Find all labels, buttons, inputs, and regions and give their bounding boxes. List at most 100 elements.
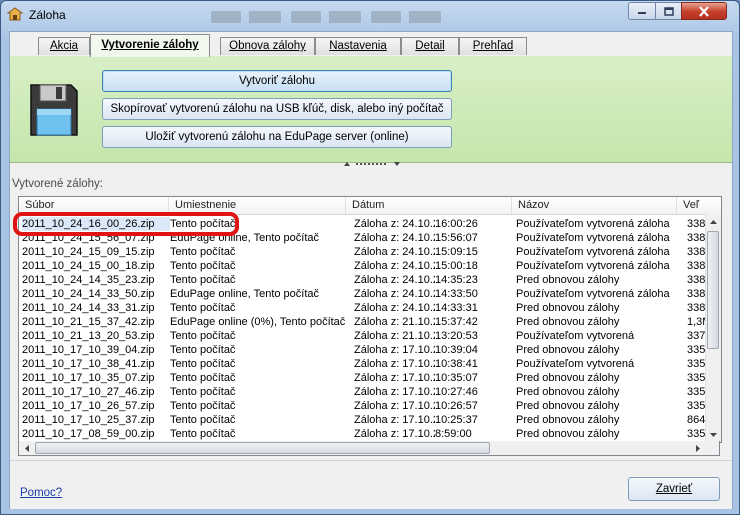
cell-size: 338k — [687, 274, 707, 286]
cell-location: Tento počítač — [170, 344, 236, 356]
table-row[interactable]: 2011_10_21_15_37_42.zip EduPage online (0… — [19, 315, 707, 329]
table-row[interactable]: 2011_10_24_14_33_50.zip EduPage online, T… — [19, 287, 707, 301]
minimize-button[interactable] — [628, 2, 656, 20]
backups-list[interactable]: Súbor Umiestnenie Dátum Názov Veľ 2011_1… — [18, 196, 722, 443]
cell-size: 335k — [687, 344, 707, 356]
cell-file: 2011_10_17_10_35_07.zip — [22, 372, 155, 384]
table-row[interactable]: 2011_10_17_08_59_00.zip Tento počítač Zálo… — [19, 427, 707, 441]
tab-label: Detail — [415, 40, 445, 52]
table-row[interactable]: 2011_10_24_15_56_07.zip EduPage online, T… — [19, 231, 707, 245]
cell-date: Záloha z: 24.10.2011 — [354, 260, 435, 272]
tab-label: Akcia — [49, 40, 79, 52]
cell-name: Používateľom vytvorená záloha — [516, 232, 670, 244]
vertical-scroll-thumb[interactable] — [707, 231, 719, 349]
table-row[interactable]: 2011_10_17_10_38_41.zip Tento počítač Zálo… — [19, 357, 707, 371]
tab-obnova-zalohy[interactable]: Obnova zálohy — [220, 37, 315, 55]
cell-date: Záloha z: 24.10.2011 — [354, 274, 435, 286]
cell-size: 338k — [687, 260, 707, 272]
cell-date: Záloha z: 24.10.2011 — [354, 218, 435, 230]
help-link[interactable]: Pomoc? — [20, 487, 62, 499]
scroll-left-arrow[interactable] — [19, 441, 34, 455]
table-row[interactable]: 2011_10_24_15_00_18.zip Tento počítač Zálo… — [19, 259, 707, 273]
cell-size: 338k — [687, 218, 707, 230]
cell-time: 10:26:57 — [435, 400, 478, 412]
cell-date: Záloha z: 24.10.2011 — [354, 302, 435, 314]
tab-vytvorenie-zalohy[interactable]: Vytvorenie zálohy — [90, 34, 210, 57]
table-row[interactable]: 2011_10_17_10_39_04.zip Tento počítač Zálo… — [19, 343, 707, 357]
maximize-button[interactable] — [655, 2, 682, 20]
table-row[interactable]: 2011_10_17_10_25_37.zip Tento počítač Zálo… — [19, 413, 707, 427]
cell-location: EduPage online, Tento počítač — [170, 288, 320, 300]
table-row[interactable]: 2011_10_21_13_20_53.zip Tento počítač Zálo… — [19, 329, 707, 343]
cell-size: 864k — [687, 414, 707, 426]
cell-size: 338k — [687, 302, 707, 314]
cell-time: 10:27:46 — [435, 386, 478, 398]
vertical-scrollbar[interactable] — [705, 214, 721, 442]
cell-time: 14:35:23 — [435, 274, 478, 286]
copy-backup-button[interactable]: Skopírovať vytvorenú zálohu na USB kľúč,… — [102, 98, 452, 120]
cell-location: EduPage online, Tento počítač — [170, 232, 320, 244]
cell-time: 15:09:15 — [435, 246, 478, 258]
tab-detail[interactable]: Detail — [401, 37, 459, 55]
cell-size: 1,3M — [687, 316, 707, 328]
column-header-nazov[interactable]: Názov — [512, 197, 677, 214]
cell-date: Záloha z: 24.10.2011 — [354, 246, 435, 258]
cell-name: Používateľom vytvorená záloha — [516, 288, 670, 300]
close-icon — [699, 5, 709, 17]
cell-name: Pred obnovou zálohy — [516, 344, 620, 356]
tab-label: Obnova zálohy — [229, 40, 306, 52]
scroll-up-arrow[interactable] — [706, 214, 721, 229]
app-icon — [7, 7, 23, 21]
scroll-right-arrow[interactable] — [690, 441, 705, 455]
table-row[interactable]: 2011_10_17_10_27_46.zip Tento počítač Zálo… — [19, 385, 707, 399]
tab-nastavenia[interactable]: Nastavenia — [315, 37, 401, 55]
table-row[interactable]: 2011_10_17_10_35_07.zip Tento počítač Zálo… — [19, 371, 707, 385]
horizontal-scroll-thumb[interactable] — [35, 442, 490, 454]
cell-file: 2011_10_17_08_59_00.zip — [22, 428, 155, 440]
cell-location: Tento počítač — [170, 260, 236, 272]
cell-date: Záloha z: 17.10.2011 — [354, 372, 435, 384]
cell-date: Záloha z: 17.10.2011 — [354, 386, 435, 398]
cell-time: 15:00:18 — [435, 260, 478, 272]
splitter-grip[interactable] — [342, 161, 402, 167]
column-header-umiestnenie[interactable]: Umiestnenie — [169, 197, 346, 214]
chevron-down-icon — [710, 432, 717, 437]
cell-location: Tento počítač — [170, 302, 236, 314]
column-header-datum[interactable]: Dátum — [346, 197, 512, 214]
horizontal-scrollbar[interactable] — [18, 441, 720, 456]
backups-list-label: Vytvorené zálohy: — [12, 178, 103, 190]
tab-prehlad[interactable]: Prehľad — [459, 37, 527, 55]
table-row[interactable]: 2011_10_24_14_33_31.zip Tento počítač Zálo… — [19, 301, 707, 315]
close-button[interactable]: Zavrieť — [628, 477, 720, 501]
table-row[interactable]: 2011_10_24_15_09_15.zip Tento počítač Zálo… — [19, 245, 707, 259]
column-header-subor[interactable]: Súbor — [19, 197, 169, 214]
client-area: Akcia Vytvorenie zálohy Obnova zálohy Na… — [9, 31, 733, 509]
column-header-velkost[interactable]: Veľ — [677, 197, 721, 214]
cell-time: 10:39:04 — [435, 344, 478, 356]
close-window-button[interactable] — [681, 2, 727, 20]
create-backup-button[interactable]: Vytvoriť zálohu — [102, 70, 452, 92]
footer-bar: Pomoc? Zavrieť — [10, 460, 732, 509]
cell-file: 2011_10_24_14_33_50.zip — [22, 288, 155, 300]
table-row[interactable]: 2011_10_17_10_26_57.zip Tento počítač Zálo… — [19, 399, 707, 413]
table-row[interactable]: 2011_10_24_16_00_26.zip Tento počítač Zálo… — [19, 217, 707, 231]
cell-location: EduPage online (0%), Tento počítač — [170, 316, 346, 328]
cell-name: Pred obnovou zálohy — [516, 274, 620, 286]
cell-file: 2011_10_24_15_56_07.zip — [22, 232, 155, 244]
cell-name: Pred obnovou zálohy — [516, 414, 620, 426]
chevron-left-icon — [24, 444, 29, 452]
cell-file: 2011_10_24_16_00_26.zip — [22, 217, 170, 231]
cell-file: 2011_10_21_15_37_42.zip — [22, 316, 155, 328]
close-button-label: Zavrieť — [655, 483, 693, 495]
cell-name: Používateľom vytvorená záloha — [516, 218, 670, 230]
cell-location: Tento počítač — [170, 246, 236, 258]
cell-date: Záloha z: 17.10.2011 — [354, 414, 435, 426]
cell-location: Tento počítač — [170, 274, 236, 286]
upload-backup-button[interactable]: Uložiť vytvorenú zálohu na EduPage serve… — [102, 126, 452, 148]
scroll-down-arrow[interactable] — [706, 427, 721, 442]
background-ghost-text — [211, 11, 451, 23]
title-bar[interactable]: Záloha — [1, 1, 739, 29]
tab-akcia[interactable]: Akcia — [38, 37, 90, 55]
chevron-up-icon — [710, 219, 717, 224]
table-row[interactable]: 2011_10_24_14_35_23.zip Tento počítač Zálo… — [19, 273, 707, 287]
